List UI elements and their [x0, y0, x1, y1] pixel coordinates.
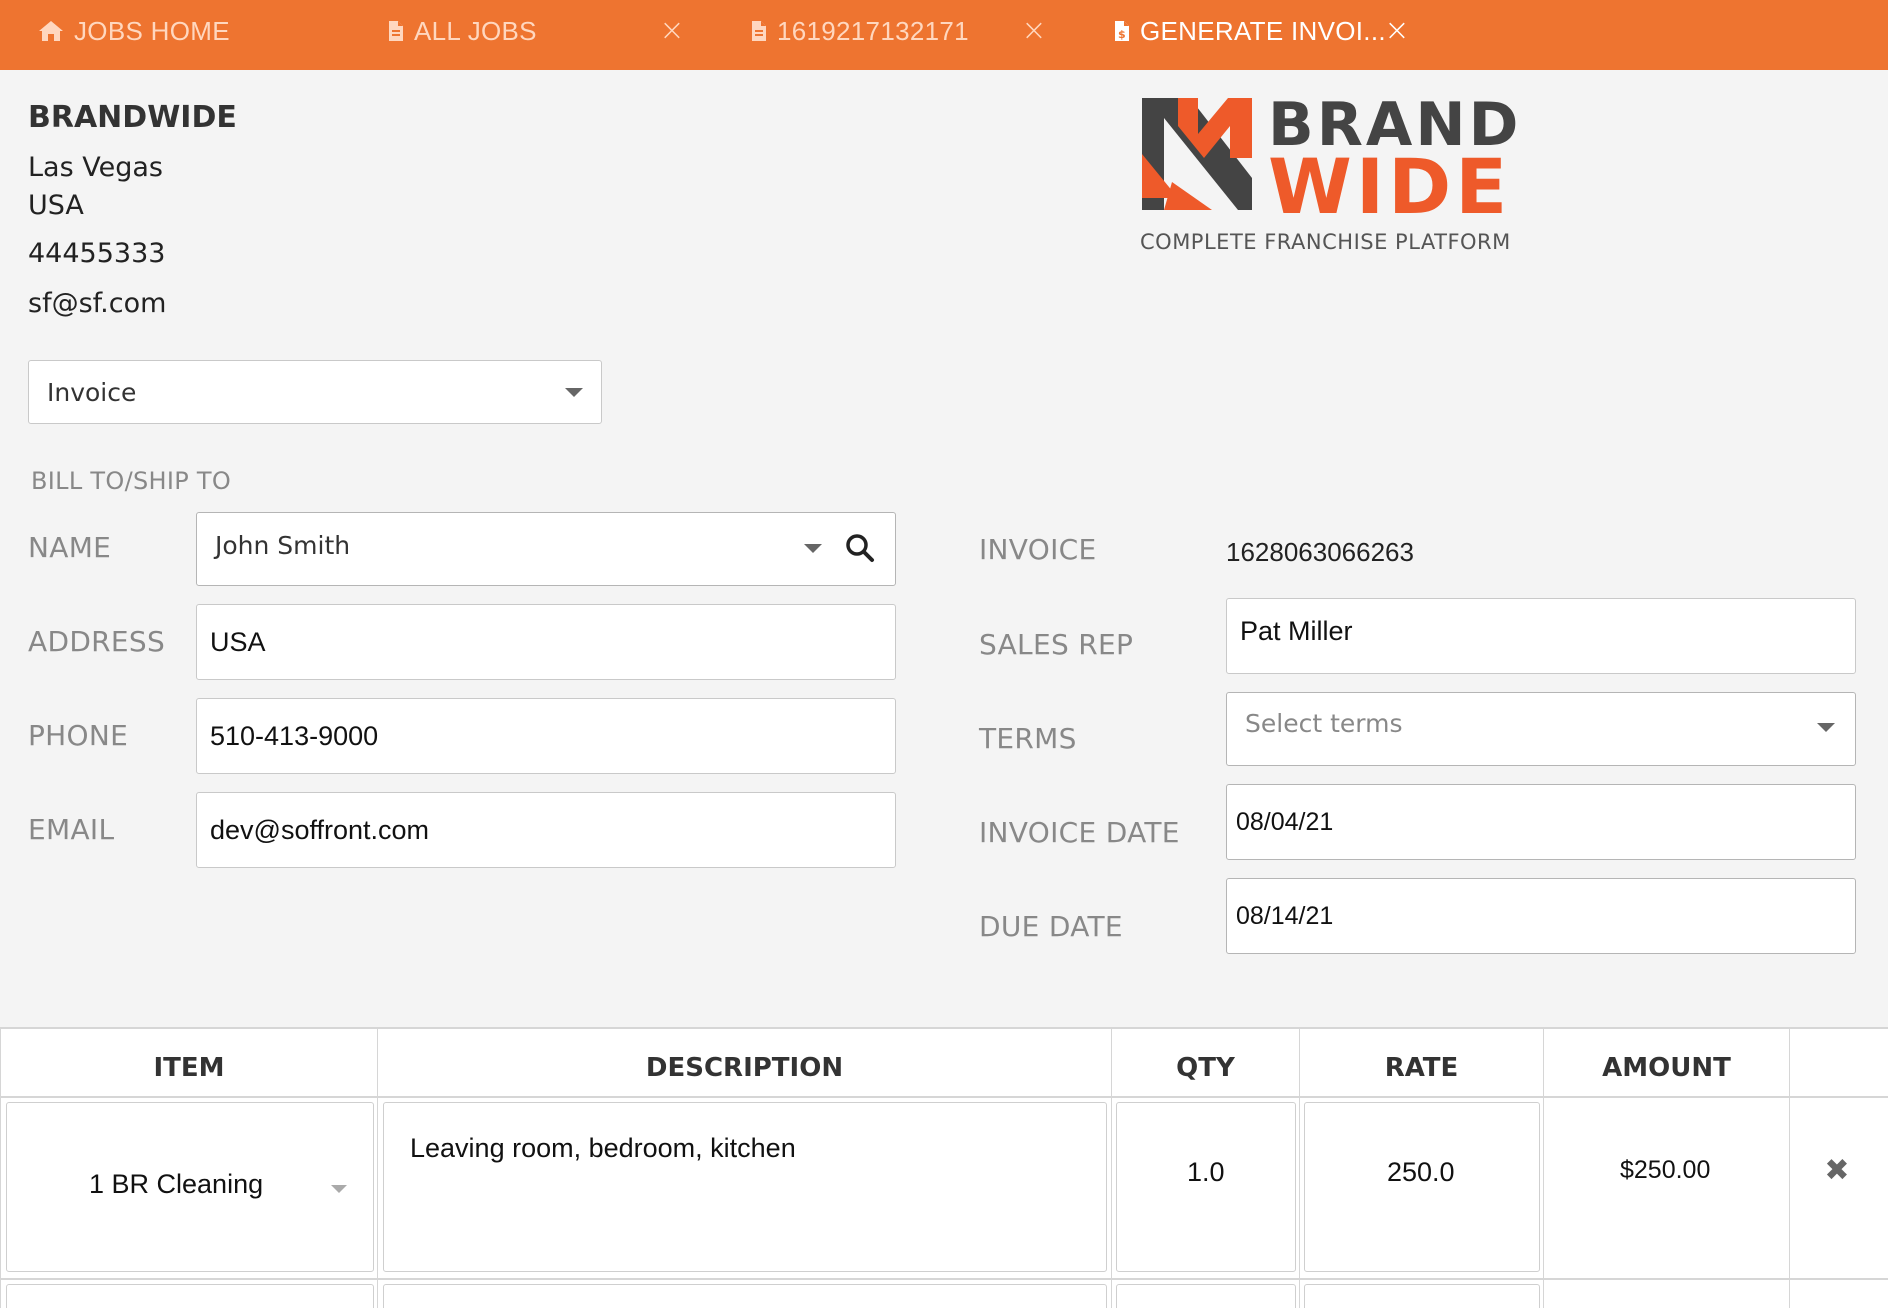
phone-label: PHONE — [28, 719, 129, 752]
due-date-label: DUE DATE — [979, 910, 1123, 943]
terms-label: TERMS — [979, 722, 1077, 755]
company-country: USA — [28, 190, 84, 221]
invoice-label: INVOICE — [979, 533, 1097, 566]
address-value: USA — [210, 626, 266, 657]
sales-rep-input[interactable]: Pat Miller — [1226, 598, 1856, 674]
tab-generate-invoice[interactable]: $ GENERATE INVOI... — [1114, 0, 1386, 62]
email-label: EMAIL — [28, 813, 115, 846]
bill-to-section-label: BILL TO/SHIP TO — [31, 467, 232, 495]
tab-label: GENERATE INVOI... — [1140, 15, 1386, 46]
document-icon — [388, 20, 404, 42]
chevron-down-icon — [1817, 723, 1835, 732]
row-cell-amount — [1544, 1280, 1790, 1308]
address-label: ADDRESS — [28, 625, 166, 658]
sales-rep-label: SALES REP — [979, 628, 1134, 661]
due-date-value: 08/14/21 — [1236, 901, 1334, 930]
document-icon — [751, 20, 767, 42]
phone-value: 510-413-9000 — [210, 720, 379, 751]
row-cell-amount — [1544, 1098, 1790, 1278]
close-icon[interactable]: × — [657, 16, 687, 46]
terms-select[interactable]: Select terms — [1226, 692, 1856, 766]
description-input[interactable] — [383, 1284, 1107, 1308]
invoice-date-label: INVOICE DATE — [979, 816, 1180, 849]
phone-input[interactable]: 510-413-9000 — [196, 698, 896, 774]
invoice-date-value: 08/04/21 — [1236, 807, 1334, 836]
close-icon[interactable]: × — [1382, 16, 1412, 46]
name-label: NAME — [28, 531, 112, 564]
tab-label: JOBS HOME — [74, 15, 230, 46]
company-phone: 44455333 — [28, 238, 166, 269]
document-type-value: Invoice — [47, 377, 137, 407]
tab-label: 1619217132171 — [777, 15, 969, 46]
qty-value: 1.0 — [1187, 1157, 1225, 1187]
tab-job-1619217132171[interactable]: 1619217132171 — [751, 0, 969, 62]
svg-text:$: $ — [1118, 28, 1126, 41]
customer-name-select[interactable]: John Smith — [196, 512, 896, 586]
address-input[interactable]: USA — [196, 604, 896, 680]
remove-row-icon[interactable]: ✖ — [1822, 1156, 1852, 1186]
chevron-down-icon — [565, 388, 583, 397]
amount-value: $250.00 — [1620, 1156, 1711, 1184]
sales-rep-value: Pat Miller — [1240, 615, 1353, 646]
tab-all-jobs[interactable]: ALL JOBS — [388, 0, 537, 62]
email-value: dev@soffront.com — [210, 814, 430, 845]
home-icon — [38, 20, 64, 42]
invoice-page: JOBS HOME ALL JOBS × 1619217132171 × $ G… — [0, 0, 1888, 1308]
item-select[interactable]: 1 BR Cleaning — [6, 1102, 374, 1272]
rate-value: 250.0 — [1387, 1157, 1455, 1187]
qty-input[interactable]: 1.0 — [1116, 1102, 1296, 1272]
company-email: sf@sf.com — [28, 288, 167, 319]
invoice-icon: $ — [1114, 20, 1130, 42]
row-cell-actions — [1790, 1098, 1888, 1278]
company-city: Las Vegas — [28, 152, 163, 183]
customer-name-value: John Smith — [215, 530, 351, 560]
terms-placeholder: Select terms — [1245, 708, 1403, 738]
invoice-date-input[interactable]: 08/04/21 — [1226, 784, 1856, 860]
description-value: Leaving room, bedroom, kitchen — [410, 1133, 796, 1163]
close-icon[interactable]: × — [1019, 16, 1049, 46]
row-cell-actions — [1790, 1280, 1888, 1308]
item-value: 1 BR Cleaning — [89, 1169, 264, 1199]
email-input[interactable]: dev@soffront.com — [196, 792, 896, 868]
chevron-down-icon[interactable] — [804, 544, 822, 553]
company-name: BRANDWIDE — [28, 100, 237, 135]
rate-input[interactable]: 250.0 — [1304, 1102, 1540, 1272]
brandwide-logo: BRAND WIDE COMPLETE FRANCHISE PLATFORM — [1140, 90, 1518, 256]
item-select[interactable] — [6, 1284, 374, 1308]
qty-input[interactable] — [1116, 1284, 1296, 1308]
due-date-input[interactable]: 08/14/21 — [1226, 878, 1856, 954]
invoice-number: 1628063066263 — [1226, 537, 1414, 567]
chevron-down-icon — [331, 1185, 347, 1193]
table-top-border — [0, 1027, 1888, 1029]
logo-word-wide: WIDE — [1268, 142, 1512, 231]
search-icon[interactable] — [845, 533, 875, 568]
rate-input[interactable] — [1304, 1284, 1540, 1308]
logo-mark-icon — [1142, 98, 1252, 210]
tab-label: ALL JOBS — [414, 15, 537, 46]
logo-tagline: COMPLETE FRANCHISE PLATFORM — [1140, 230, 1511, 254]
document-type-select[interactable]: Invoice — [28, 360, 602, 424]
tab-jobs-home[interactable]: JOBS HOME — [38, 0, 230, 62]
tab-bar: JOBS HOME ALL JOBS × 1619217132171 × $ G… — [0, 0, 1888, 70]
description-input[interactable]: Leaving room, bedroom, kitchen — [383, 1102, 1107, 1272]
